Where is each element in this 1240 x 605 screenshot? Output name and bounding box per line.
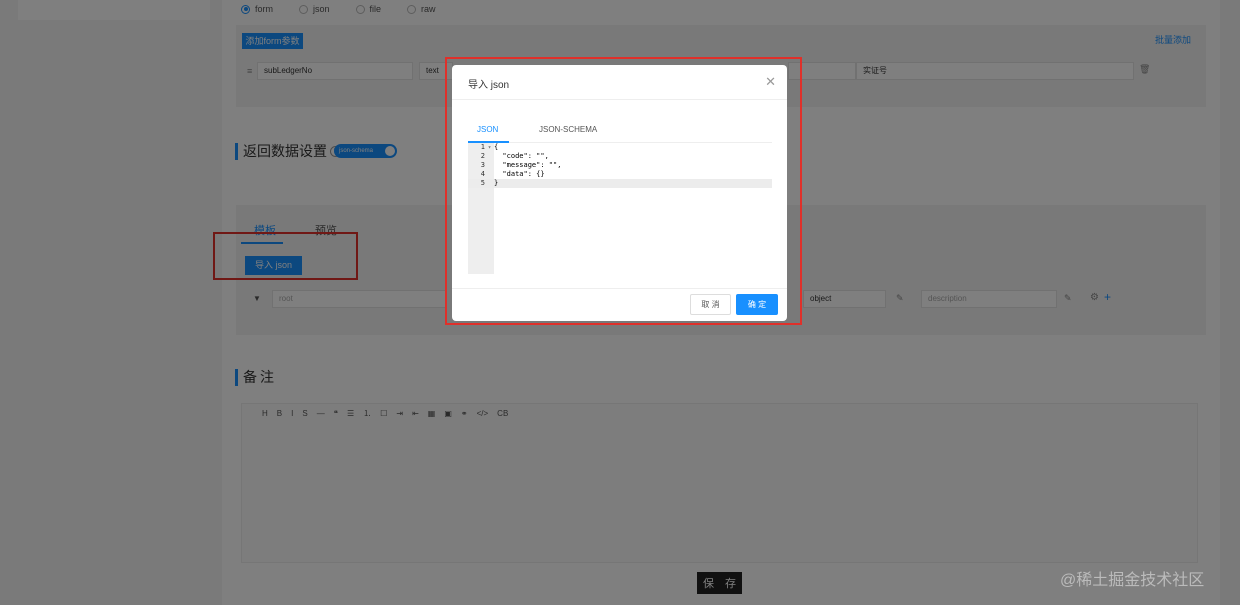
annotation-highlight-box xyxy=(445,57,802,325)
watermark: @稀土掘金技术社区 xyxy=(1060,572,1205,589)
